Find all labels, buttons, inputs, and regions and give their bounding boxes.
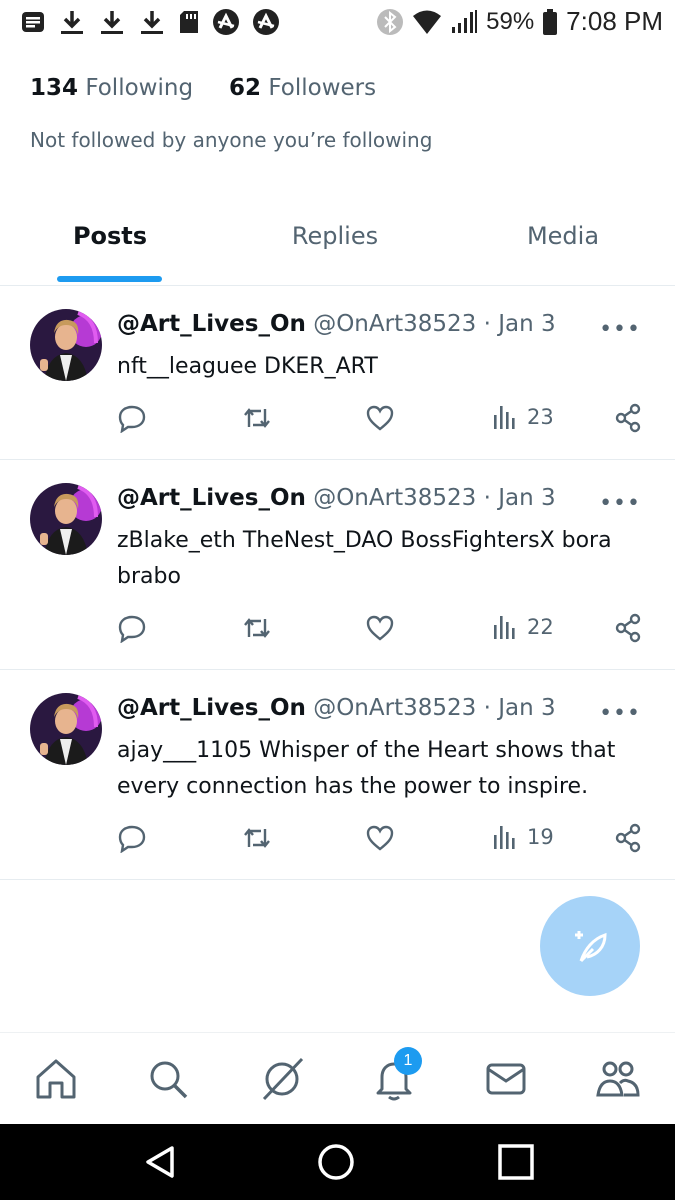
notification-badge: 1 [394,1047,422,1075]
app-icon [213,9,239,35]
heart-icon [366,825,394,851]
avatar[interactable] [30,483,102,555]
like-button[interactable] [365,403,395,433]
news-icon [22,12,44,32]
like-button[interactable] [365,613,395,643]
bottom-navigation: 1 [0,1032,675,1124]
wifi-icon [413,10,442,34]
status-bar: 59% 7:08 PM [0,0,675,46]
avatar[interactable] [30,309,102,381]
reply-button[interactable] [117,823,147,853]
home-circle-icon[interactable] [316,1142,356,1182]
back-icon[interactable] [140,1142,180,1182]
system-status: 59% 7:08 PM [376,6,663,37]
post-text: ajay___1105 Whisper of the Heart shows t… [117,738,616,799]
reply-icon [118,615,146,643]
views-count: 23 [527,405,554,429]
recents-icon[interactable] [496,1142,536,1182]
active-tab-indicator [57,276,162,282]
handle-date: @OnArt38523 · Jan 3 [313,485,556,511]
followers-label: Followers [268,75,377,101]
post-text: zBlake_eth TheNest_DAO BossFightersX bor… [117,528,612,589]
download-icon [61,11,83,34]
compose-post-button[interactable] [540,896,640,996]
download-icon [101,11,123,34]
signal-icon [452,9,478,33]
tab-replies[interactable]: Replies [265,222,405,250]
post-item[interactable]: @Art_Lives_On @OnArt38523 · Jan 3 ••• aj… [0,671,675,880]
display-name[interactable]: @Art_Lives_On [117,695,306,721]
views-count: 19 [527,825,554,849]
heart-icon [366,615,394,641]
share-icon [615,823,641,853]
reply-button[interactable] [117,403,147,433]
share-button[interactable] [613,403,643,433]
post-actions: 22 [117,613,647,649]
grok-icon[interactable] [258,1055,306,1103]
display-name[interactable]: @Art_Lives_On [117,485,306,511]
reply-icon [118,405,146,433]
system-navigation-bar [0,1124,675,1200]
notification-icons [20,8,280,36]
followers-link[interactable]: 62 Followers [229,75,376,101]
more-options-icon[interactable]: ••• [599,317,641,342]
post-header: @Art_Lives_On @OnArt38523 · Jan 3 [117,485,556,511]
views-button[interactable]: 23 [491,403,554,431]
views-icon [494,406,515,429]
battery-icon [543,8,558,35]
bluetooth-icon [377,8,404,35]
home-icon[interactable] [32,1055,80,1103]
post-header: @Art_Lives_On @OnArt38523 · Jan 3 [117,311,556,337]
post-item[interactable]: @Art_Lives_On @OnArt38523 · Jan 3 ••• zB… [0,461,675,670]
post-actions: 23 [117,403,647,439]
views-icon [494,826,515,849]
avatar[interactable] [30,693,102,765]
tab-media[interactable]: Media [493,222,633,250]
post-header: @Art_Lives_On @OnArt38523 · Jan 3 [117,695,556,721]
battery-percent: 59% [486,7,535,35]
followers-count: 62 [229,75,262,101]
more-options-icon[interactable]: ••• [599,701,641,726]
sd-card-icon [180,11,198,33]
search-icon[interactable] [144,1055,192,1103]
post-item[interactable]: @Art_Lives_On @OnArt38523 · Jan 3 ••• nf… [0,287,675,460]
share-icon [615,613,641,643]
share-button[interactable] [613,613,643,643]
reply-button[interactable] [117,613,147,643]
repost-icon [244,618,270,638]
following-label: Following [85,75,194,101]
compose-feather-icon [575,931,607,963]
repost-button[interactable] [241,403,273,433]
communities-icon[interactable] [594,1055,642,1103]
app-icon [253,9,279,35]
share-button[interactable] [613,823,643,853]
handle-date: @OnArt38523 · Jan 3 [313,311,556,337]
views-button[interactable]: 19 [491,823,554,851]
display-name[interactable]: @Art_Lives_On [117,311,306,337]
post-actions: 19 [117,823,647,859]
clock: 7:08 PM [566,6,663,36]
views-icon [494,616,515,639]
views-count: 22 [527,615,554,639]
more-options-icon[interactable]: ••• [599,491,641,516]
like-button[interactable] [365,823,395,853]
repost-icon [244,828,270,848]
profile-tabs: Posts Replies Media [0,200,675,286]
tab-posts[interactable]: Posts [40,222,180,250]
repost-button[interactable] [241,823,273,853]
download-icon [141,11,163,34]
following-link[interactable]: 134 Following [30,75,193,101]
messages-icon[interactable] [482,1055,530,1103]
profile-stats: 134 Following 62 Followers [30,75,376,101]
heart-icon [366,405,394,431]
reply-icon [118,825,146,853]
following-count: 134 [30,75,79,101]
handle-date: @OnArt38523 · Jan 3 [313,695,556,721]
post-text: nft__leaguee DKER_ART [117,354,378,379]
repost-icon [244,408,270,428]
share-icon [615,403,641,433]
views-button[interactable]: 22 [491,613,554,641]
not-followed-text: Not followed by anyone you’re following [30,128,433,152]
repost-button[interactable] [241,613,273,643]
